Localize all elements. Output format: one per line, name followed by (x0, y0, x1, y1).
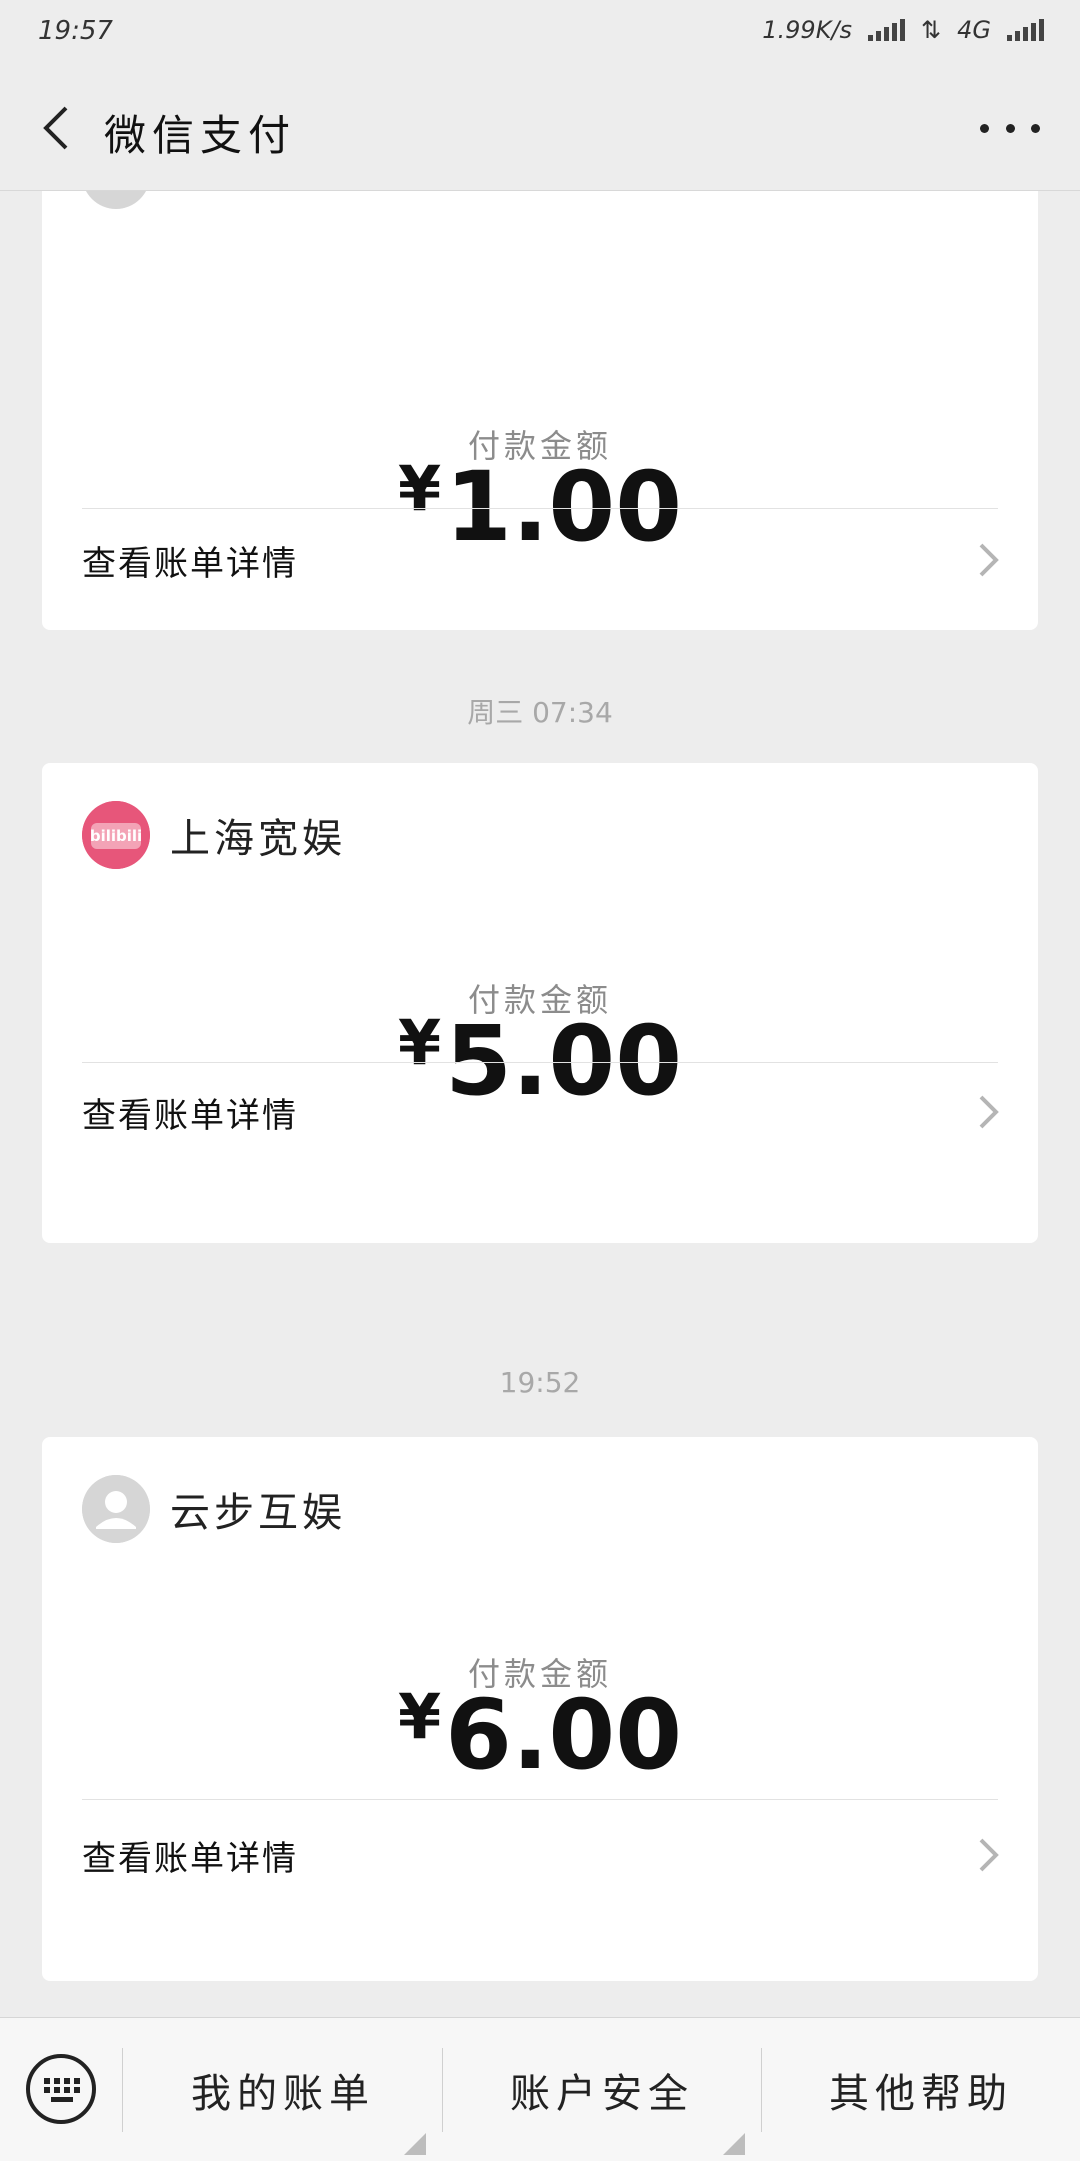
menu-my-bills-label: 我的账单 (191, 2070, 375, 2117)
merchant-header: 云步互娱 (82, 1475, 346, 1543)
view-bill-details-label: 查看账单详情 (82, 543, 298, 584)
divider (82, 1799, 998, 1800)
divider (82, 508, 998, 509)
bottom-menu-bar: 我的账单 账户安全 其他帮助 (0, 2017, 1080, 2161)
amount-value: ¥6.00 (398, 1679, 682, 1791)
navigation-bar: 微信支付 (0, 68, 1080, 191)
menu-separator (122, 2048, 123, 2132)
network-type: 4G (957, 16, 991, 44)
signal-icon (868, 19, 906, 41)
chevron-right-icon (979, 1095, 999, 1129)
status-time: 19:57 (38, 16, 113, 46)
back-icon[interactable] (34, 104, 82, 152)
status-bar: 19:57 1.99K/s ⇅ 4G (0, 0, 1080, 68)
status-right: 1.99K/s ⇅ 4G (762, 16, 1044, 44)
net-speed: 1.99K/s (762, 16, 853, 44)
data-transfer-icon: ⇅ (921, 16, 942, 44)
message-list: 付款金额 ¥1.00 查看账单详情 周三 07:34 bilibili 上海宽娱… (0, 191, 1080, 2017)
page-title: 微信支付 (104, 111, 297, 160)
svg-text:bilibili: bilibili (90, 827, 142, 845)
menu-my-bills[interactable]: 我的账单 (124, 2018, 442, 2161)
view-bill-details-label: 查看账单详情 (82, 1095, 298, 1136)
keyboard-icon[interactable] (24, 2052, 98, 2126)
signal-icon-2 (1007, 19, 1044, 41)
merchant-header: bilibili 上海宽娱 (82, 801, 346, 869)
timestamp: 19:52 (499, 1366, 581, 1399)
default-avatar-icon (82, 1475, 150, 1543)
bilibili-logo-icon: bilibili (82, 801, 150, 869)
menu-account-security[interactable]: 账户安全 (443, 2018, 761, 2161)
timestamp: 周三 07:34 (467, 696, 613, 729)
payment-card: bilibili 上海宽娱 付款金额 ¥5.00 查看账单详情 (42, 763, 1038, 1243)
view-bill-details[interactable]: 查看账单详情 (82, 1820, 1002, 1890)
menu-other-help-label: 其他帮助 (829, 2070, 1013, 2117)
submenu-indicator-icon (404, 2133, 426, 2155)
view-bill-details[interactable]: 查看账单详情 (82, 1077, 1002, 1147)
payment-card: 付款金额 ¥1.00 查看账单详情 (42, 191, 1038, 630)
chevron-right-icon (979, 1838, 999, 1872)
view-bill-details-label: 查看账单详情 (82, 1838, 298, 1879)
more-options-icon[interactable] (980, 108, 1040, 148)
payment-card: 云步互娱 付款金额 ¥6.00 查看账单详情 (42, 1437, 1038, 1981)
divider (82, 1062, 998, 1063)
merchant-name: 上海宽娱 (170, 816, 346, 862)
view-bill-details[interactable]: 查看账单详情 (82, 525, 1002, 595)
menu-account-security-label: 账户安全 (510, 2070, 694, 2117)
chevron-right-icon (979, 543, 999, 577)
submenu-indicator-icon (723, 2133, 745, 2155)
menu-other-help[interactable]: 其他帮助 (762, 2018, 1080, 2161)
merchant-name: 云步互娱 (170, 1490, 346, 1536)
